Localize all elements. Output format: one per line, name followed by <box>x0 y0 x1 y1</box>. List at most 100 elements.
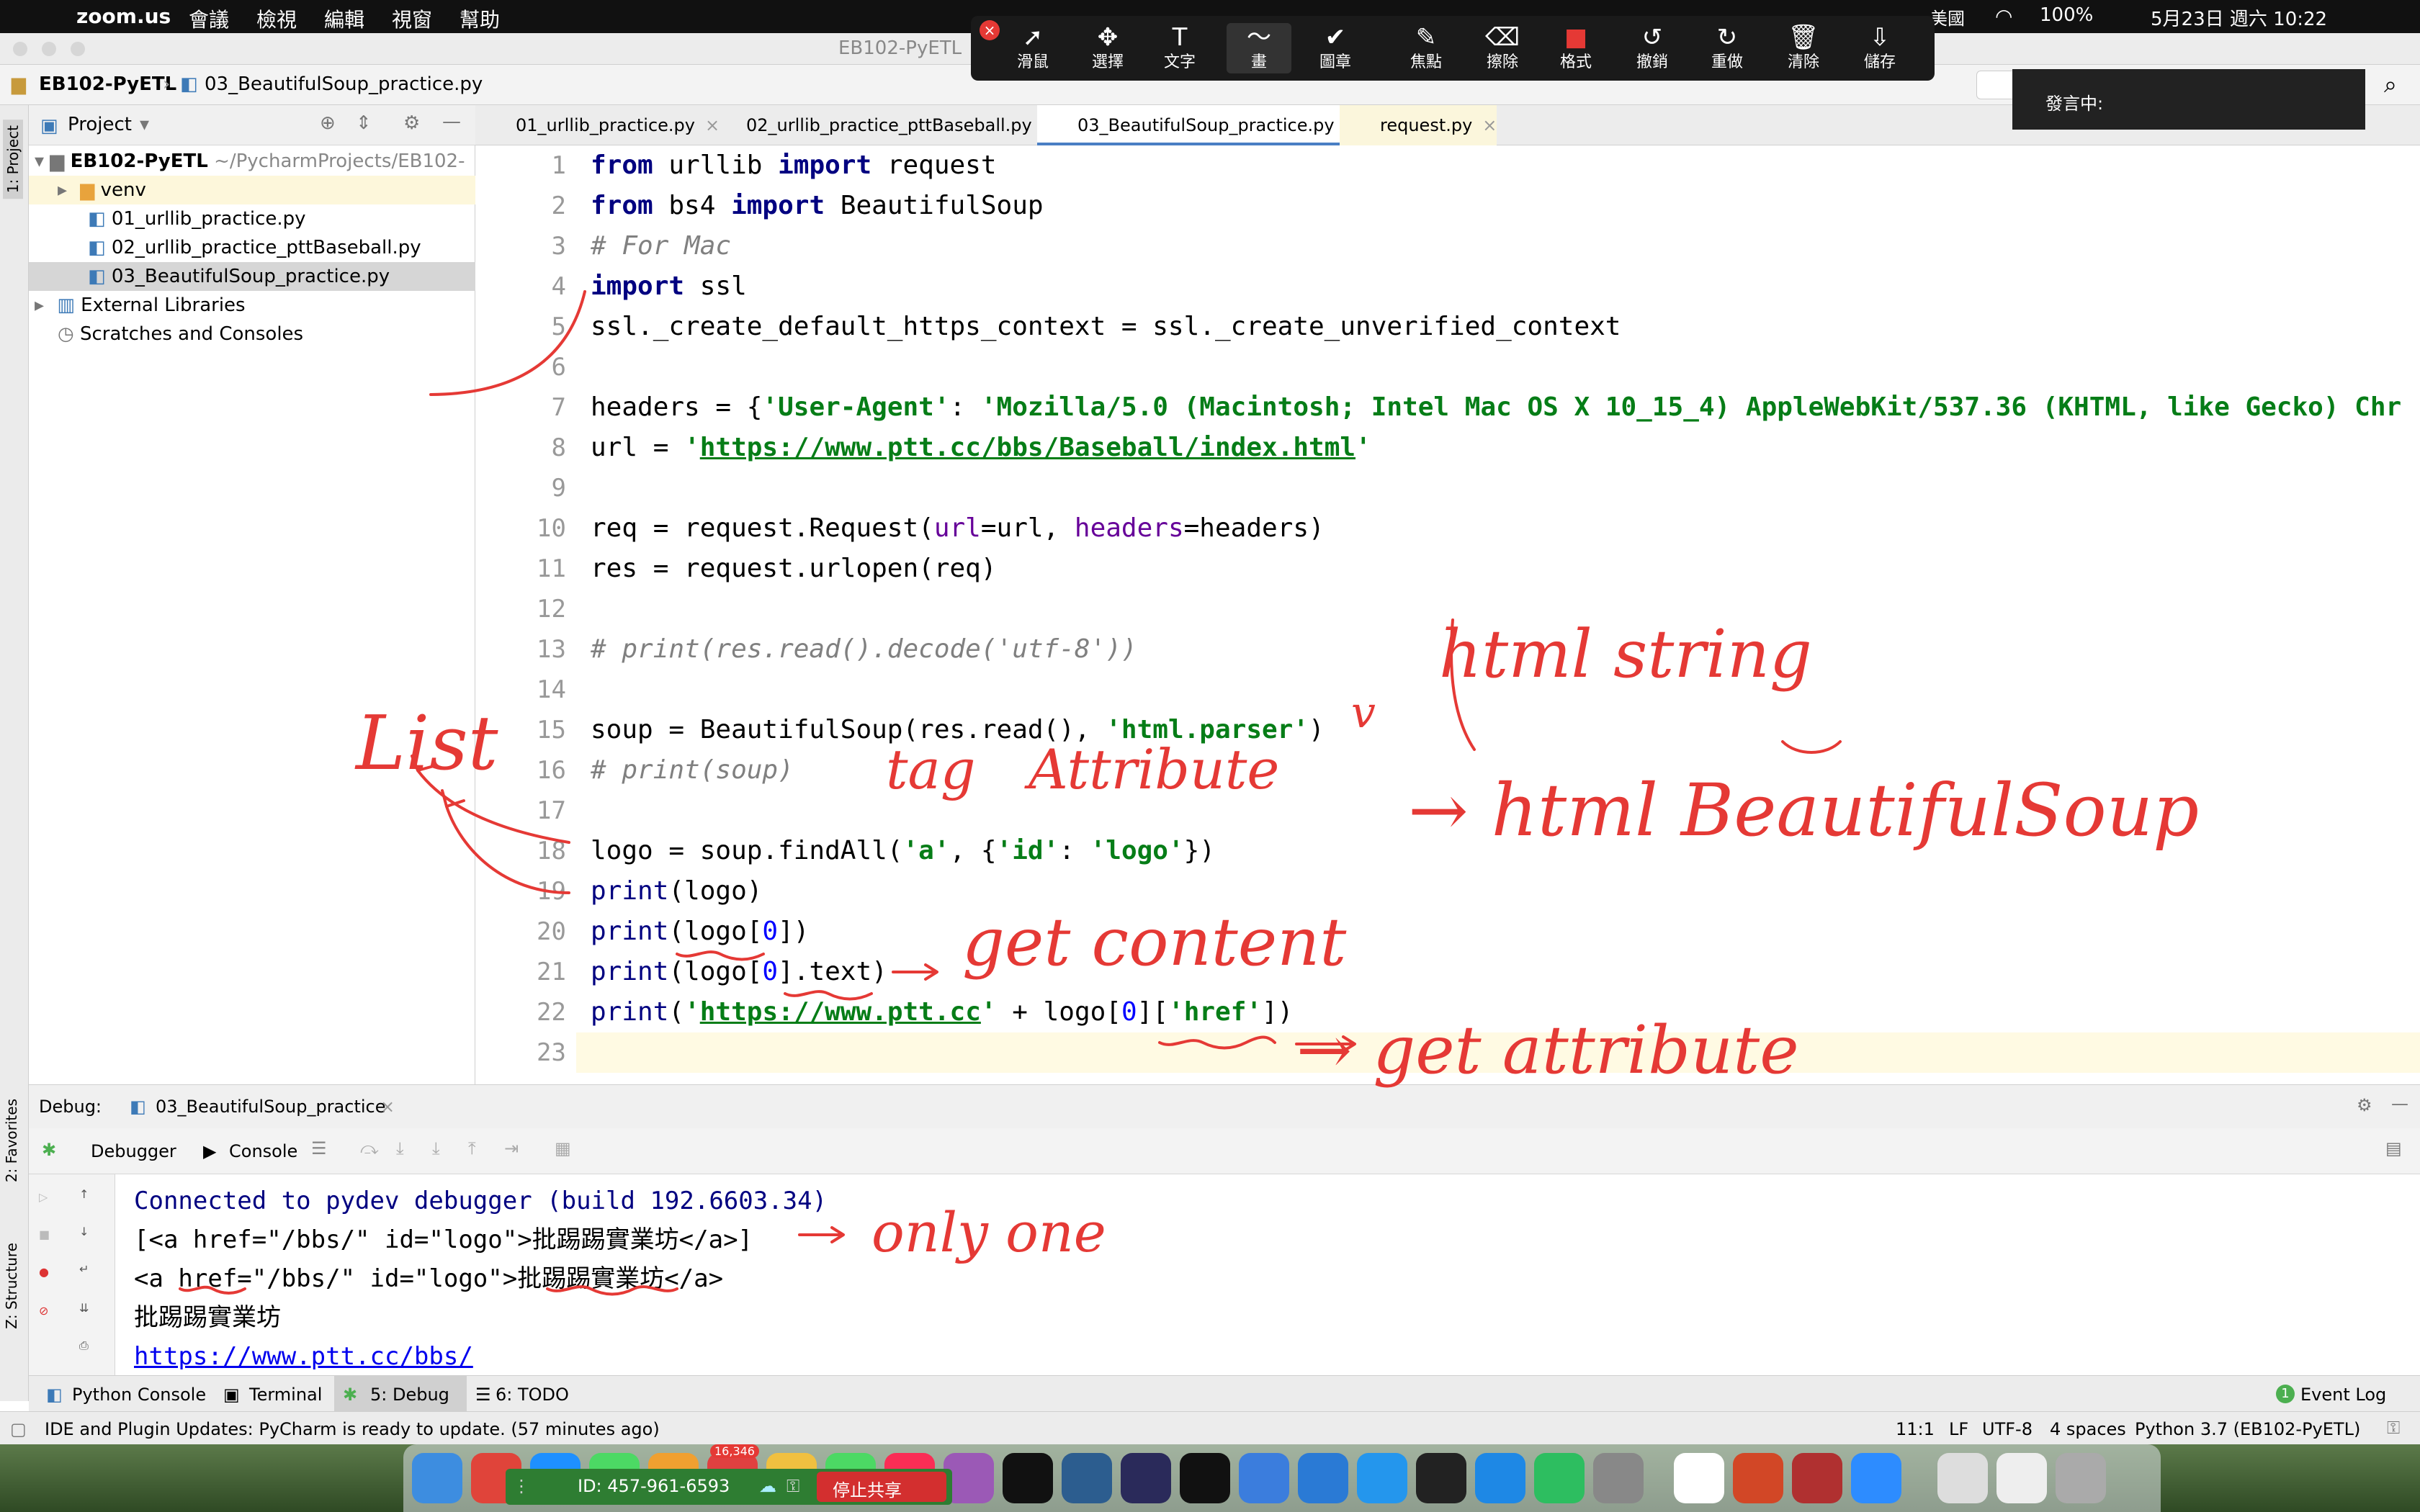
minimize-window-button[interactable] <box>42 42 56 56</box>
menu-window[interactable]: 視窗 <box>392 4 432 33</box>
chevron-right-icon[interactable]: ▸ <box>58 179 67 201</box>
resume-icon[interactable]: ▷ <box>39 1190 48 1204</box>
wifi-icon[interactable]: ◠ <box>1995 4 2012 28</box>
breadcrumb-project[interactable]: EB102-PyETL <box>39 73 176 95</box>
tab-event-log[interactable]: Event Log <box>2300 1385 2386 1405</box>
tool-redo-button[interactable]: ↻ 重做 <box>1695 23 1760 73</box>
chevron-right-icon[interactable]: ▸ <box>35 294 44 316</box>
file-encoding[interactable]: UTF-8 <box>1982 1419 2033 1439</box>
gear-icon[interactable]: ⚙ <box>2357 1095 2372 1115</box>
console-link[interactable]: https://www.ptt.cc/bbs/ <box>134 1337 473 1376</box>
step-into-my-code-icon[interactable]: ⤓ <box>432 1138 440 1158</box>
tab-debug[interactable]: 5: Debug <box>370 1385 449 1405</box>
evaluate-icon[interactable]: ▦ <box>555 1138 571 1158</box>
app-store-icon[interactable] <box>1475 1453 1525 1503</box>
menu-icon[interactable]: ☰ <box>311 1138 327 1158</box>
vscode-icon[interactable] <box>1298 1453 1348 1503</box>
documents-icon[interactable] <box>1996 1453 2047 1503</box>
structure-tool-tab[interactable]: Z: Structure <box>3 1243 20 1329</box>
indent-setting[interactable]: 4 spaces <box>2050 1419 2126 1439</box>
code-editor[interactable]: from urllib import request from bs4 impo… <box>576 145 2420 1084</box>
project-panel-title[interactable]: Project <box>68 114 132 135</box>
breakpoints-icon[interactable]: ● <box>39 1265 49 1279</box>
menu-help[interactable]: 幫助 <box>460 4 500 33</box>
tool-mouse-pointer-button[interactable]: ➚ 滑鼠 <box>1000 23 1065 73</box>
tab-terminal[interactable]: Terminal <box>249 1385 322 1405</box>
close-window-button[interactable] <box>13 42 27 56</box>
hide-icon[interactable]: — <box>442 111 461 132</box>
pycharm-icon[interactable] <box>1180 1453 1230 1503</box>
favorites-tool-tab[interactable]: 2: Favorites <box>3 1099 20 1182</box>
run-to-cursor-icon[interactable]: ⇥ <box>504 1138 519 1158</box>
down-arrow-icon[interactable]: ↓ <box>79 1225 89 1238</box>
zoom-icon[interactable] <box>1851 1453 1901 1503</box>
tab-01-urllib[interactable]: 01_urllib_practice.py × <box>475 105 720 145</box>
tab-python-console[interactable]: Python Console <box>72 1385 206 1405</box>
tree-item-file-selected[interactable]: ◧ 03_BeautifulSoup_practice.py <box>29 262 475 291</box>
tool-undo-button[interactable]: ↺ 撤銷 <box>1620 23 1685 73</box>
tool-spotlight-button[interactable]: ✎ 焦點 <box>1394 23 1458 73</box>
powerpoint-icon[interactable] <box>1733 1453 1783 1503</box>
apple-tv-icon[interactable] <box>1003 1453 1053 1503</box>
eclipse-icon[interactable] <box>1121 1453 1171 1503</box>
input-source[interactable]: 美國 <box>1930 4 1965 30</box>
mysql-icon[interactable] <box>1062 1453 1112 1503</box>
up-arrow-icon[interactable]: ↑ <box>79 1187 89 1201</box>
print-icon[interactable]: ⎙ <box>79 1338 89 1353</box>
tool-format-button[interactable]: ■ 格式 <box>1543 23 1608 73</box>
debug-config-tab[interactable]: 03_BeautifulSoup_practice <box>156 1097 386 1117</box>
finder-icon[interactable] <box>412 1453 462 1503</box>
step-over-icon[interactable]: ⤼ <box>360 1138 379 1158</box>
close-icon[interactable]: × <box>1482 115 1497 135</box>
collapse-all-icon[interactable]: ⇕ <box>356 112 372 134</box>
menu-view[interactable]: 檢視 <box>256 4 297 33</box>
terminal-app-icon[interactable] <box>1416 1453 1466 1503</box>
tab-request[interactable]: request.py × <box>1340 105 1497 145</box>
breadcrumb-file[interactable]: 03_BeautifulSoup_practice.py <box>205 73 483 95</box>
tab-debugger[interactable]: Debugger <box>91 1141 176 1161</box>
menu-app-name[interactable]: zoom.us <box>76 4 171 28</box>
tool-draw-button[interactable]: 〜畫 <box>1227 23 1291 73</box>
tab-console[interactable]: Console <box>229 1141 297 1161</box>
downloads-icon[interactable] <box>1937 1453 1988 1503</box>
close-annotation-icon[interactable]: × <box>980 20 1000 40</box>
tool-text-button[interactable]: T 文字 <box>1147 23 1212 73</box>
project-tool-tab[interactable]: 1: Project <box>3 120 23 199</box>
menu-meeting[interactable]: 會議 <box>189 4 229 33</box>
tree-item-file[interactable]: ◧ 01_urllib_practice.py <box>29 204 475 233</box>
zoom-window-button[interactable] <box>71 42 85 56</box>
tool-stamp-button[interactable]: ✔ 圖章 <box>1303 23 1368 73</box>
caret-position[interactable]: 11:1 <box>1896 1419 1935 1439</box>
soft-wrap-icon[interactable]: ↵ <box>79 1262 89 1276</box>
close-icon[interactable]: × <box>380 1097 395 1117</box>
drag-handle-icon[interactable]: ⋮ <box>513 1476 530 1496</box>
tool-trash-button[interactable]: 🗑 清除 <box>1771 23 1836 73</box>
tree-item-venv[interactable]: ▸ ▆ venv <box>29 176 475 204</box>
notifications-icon[interactable]: ▢ <box>10 1419 27 1439</box>
battery-level[interactable]: 100% <box>2040 4 2093 26</box>
stop-icon[interactable]: ■ <box>39 1228 50 1241</box>
webex-icon[interactable] <box>1674 1453 1724 1503</box>
tool-select-move-button[interactable]: ✥ 選擇 <box>1075 23 1140 73</box>
tab-02-urllib-ptt[interactable]: 02_urllib_practice_pttBaseball.py× <box>706 105 1057 145</box>
tree-root[interactable]: ▾ ▆ EB102-PyETL ~/PycharmProjects/EB102- <box>29 147 475 176</box>
tree-item-file[interactable]: ◧ 02_urllib_practice_pttBaseball.py <box>29 233 475 262</box>
step-into-icon[interactable]: ⤓ <box>396 1138 404 1158</box>
python-interpreter[interactable]: Python 3.7 (EB102-PyETL) <box>2135 1419 2360 1439</box>
line-separator[interactable]: LF <box>1949 1419 1968 1439</box>
system-preferences-icon[interactable] <box>1593 1453 1644 1503</box>
acrobat-icon[interactable] <box>1792 1453 1842 1503</box>
tab-03-beautifulsoup[interactable]: 03_BeautifulSoup_practice.py× <box>1037 105 1359 145</box>
gear-icon[interactable]: ⚙ <box>403 112 420 134</box>
xcode-icon[interactable] <box>1239 1453 1289 1503</box>
tree-item-external-libraries[interactable]: ▸ ▥ External Libraries <box>29 291 475 320</box>
locate-icon[interactable]: ⊕ <box>320 112 336 134</box>
status-message[interactable]: IDE and Plugin Updates: PyCharm is ready… <box>45 1419 660 1439</box>
hide-icon[interactable]: — <box>2391 1094 2408 1114</box>
tool-eraser-button[interactable]: ⌫ 擦除 <box>1470 23 1535 73</box>
layout-icon[interactable]: ▤ <box>2385 1138 2402 1158</box>
step-out-icon[interactable]: ⤒ <box>468 1138 476 1158</box>
docker-icon[interactable] <box>1357 1453 1407 1503</box>
tab-todo[interactable]: 6: TODO <box>496 1385 569 1405</box>
chevron-down-icon[interactable]: ▾ <box>140 114 149 135</box>
